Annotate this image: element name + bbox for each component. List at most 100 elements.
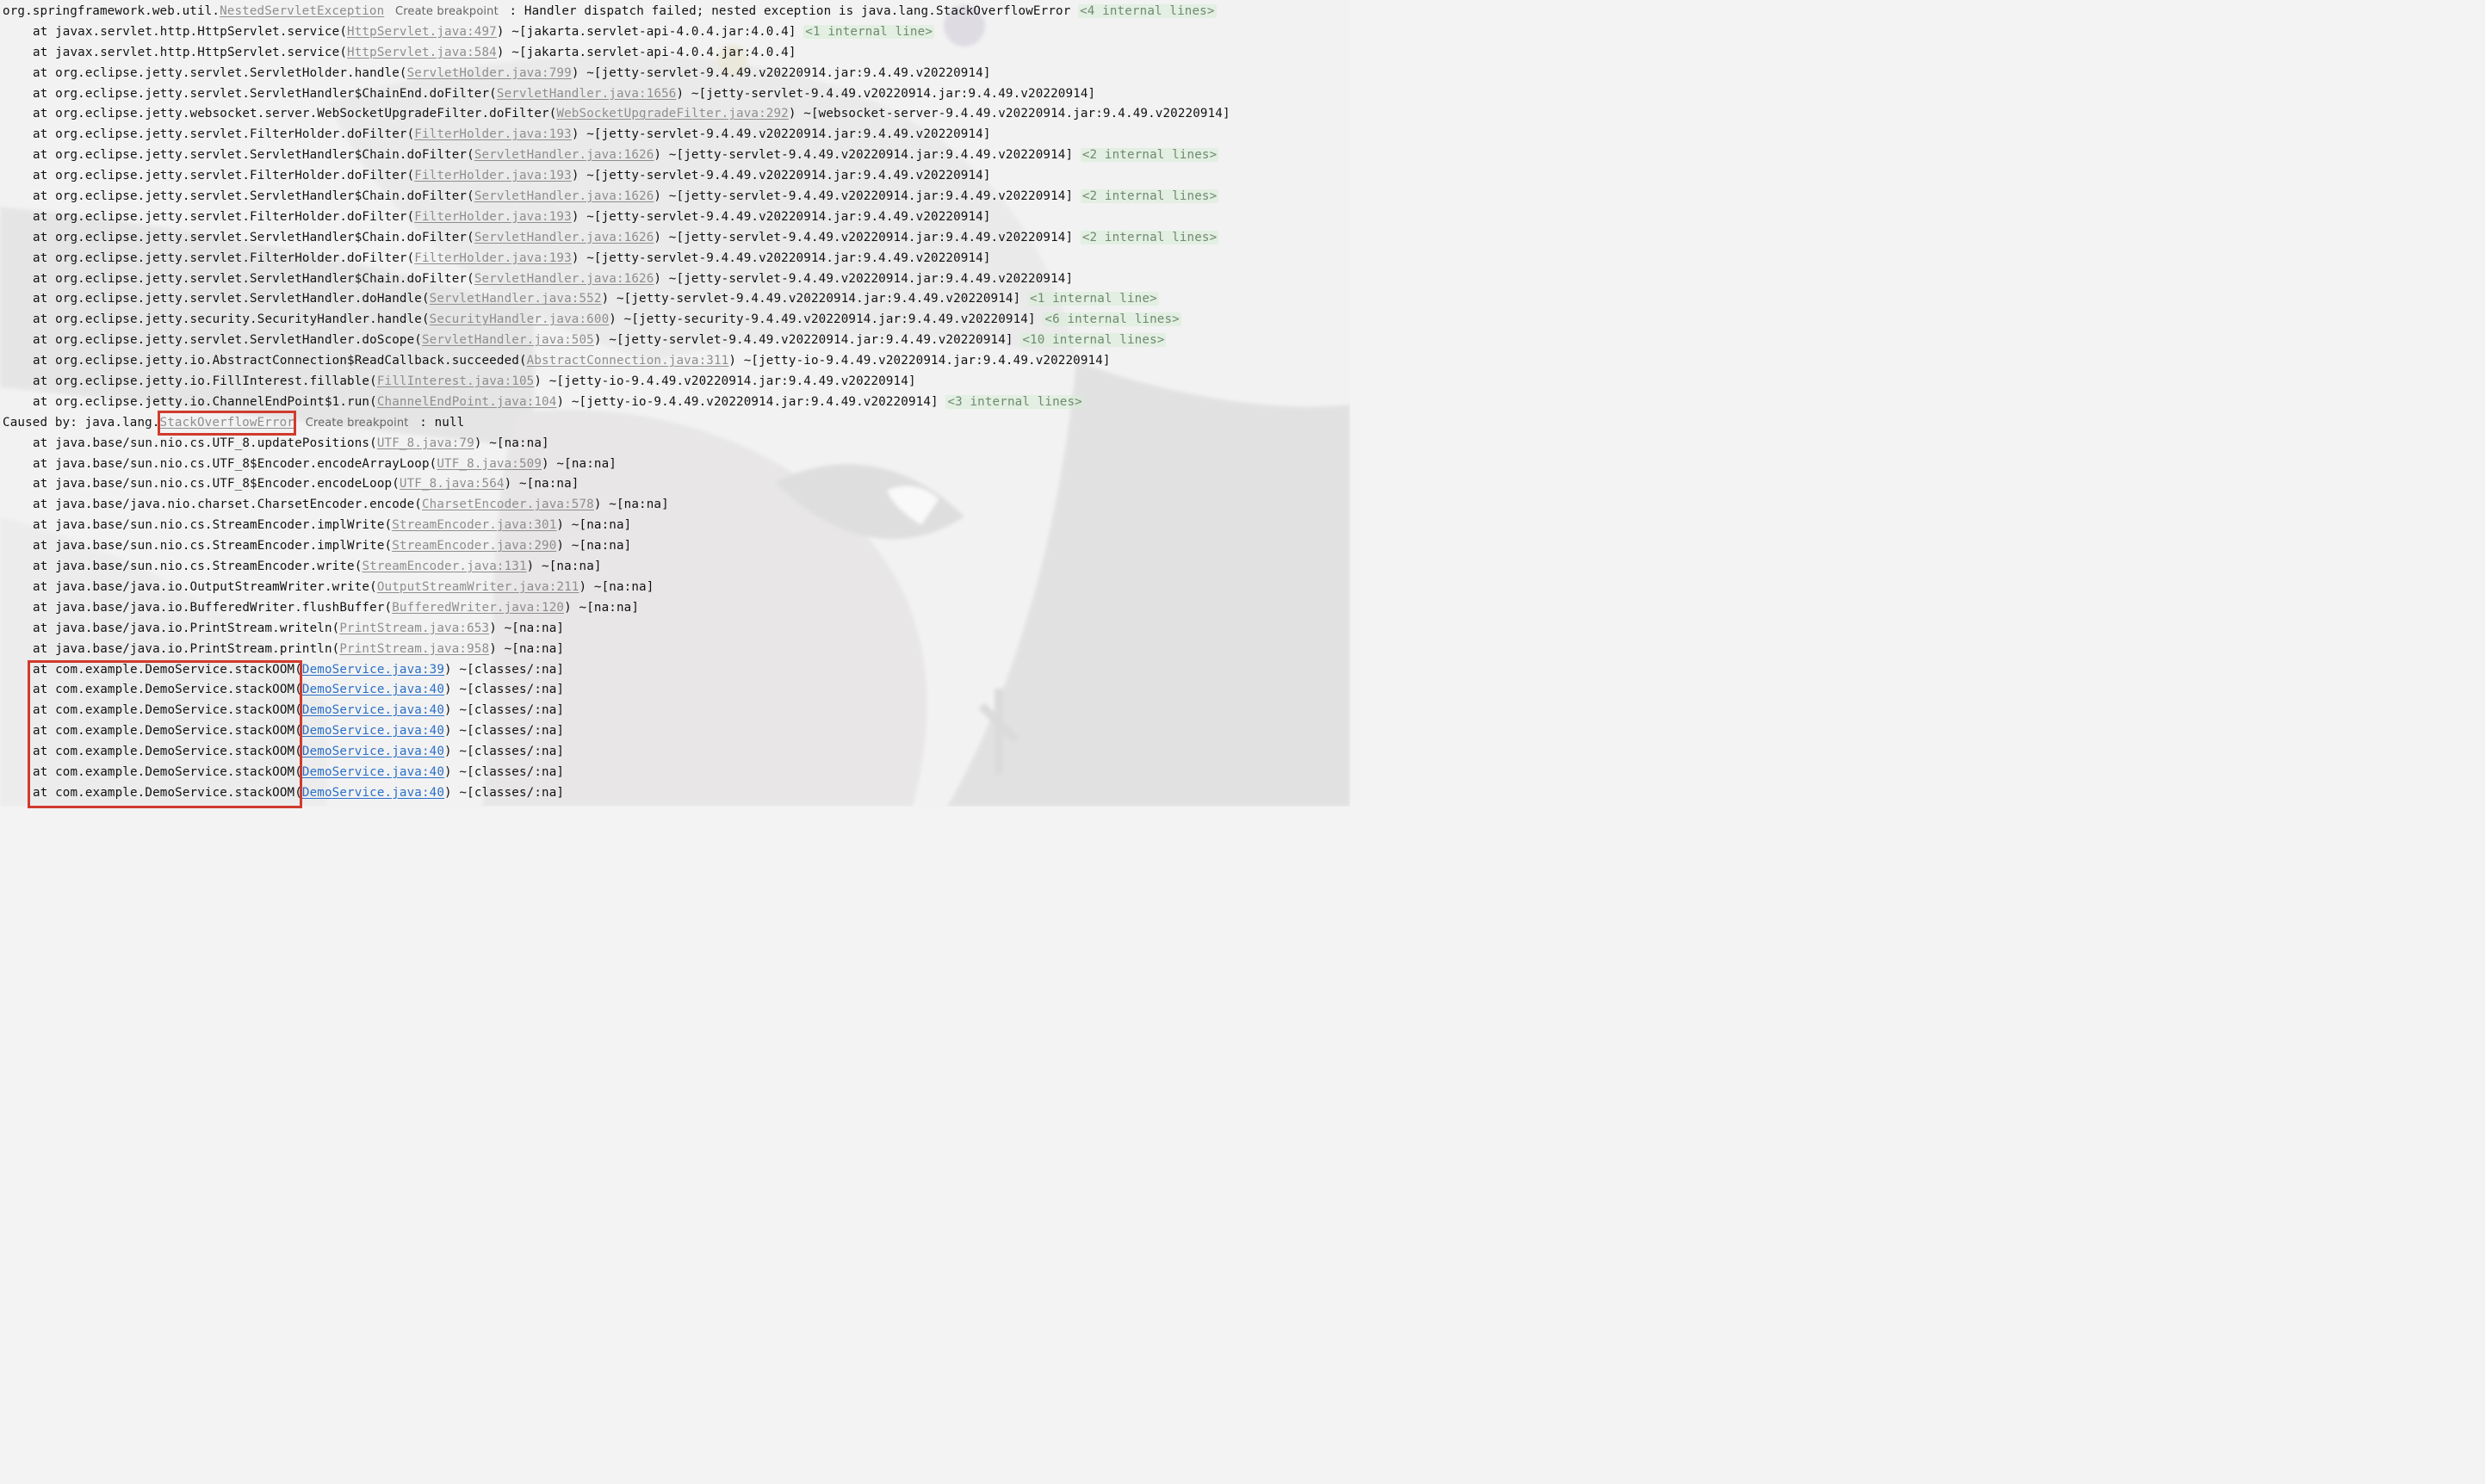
create-breakpoint-link[interactable]: Create breakpoint bbox=[392, 5, 502, 18]
frame-method: at java.base/java.io.PrintStream.println… bbox=[33, 641, 340, 656]
source-file-link[interactable]: BufferedWriter.java:120 bbox=[392, 601, 564, 615]
stack-frame-line: at java.base/java.io.PrintStream.println… bbox=[0, 640, 1350, 660]
frame-jar-info: ) ~[classes/:na] bbox=[444, 683, 565, 697]
source-file-link[interactable]: PrintStream.java:653 bbox=[339, 621, 489, 635]
frame-method: at org.eclipse.jetty.io.FillInterest.fil… bbox=[33, 374, 377, 389]
frame-jar-info: ) ~[jetty-io-9.4.49.v20220914.jar:9.4.49… bbox=[534, 374, 916, 389]
source-file-link[interactable]: DemoService.java:40 bbox=[302, 703, 444, 717]
internal-lines-fold[interactable]: <1 internal line> bbox=[1028, 292, 1159, 306]
source-file-link[interactable]: PrintStream.java:958 bbox=[339, 642, 489, 656]
frame-method: at java.base/sun.nio.cs.UTF_8.updatePosi… bbox=[33, 436, 377, 450]
frame-method: at org.eclipse.jetty.websocket.server.We… bbox=[33, 107, 557, 121]
source-file-link[interactable]: FillInterest.java:105 bbox=[377, 374, 535, 388]
source-file-link[interactable]: DemoService.java:40 bbox=[302, 765, 444, 779]
exception-message: : Handler dispatch failed; nested except… bbox=[501, 4, 1079, 18]
frame-method: at org.eclipse.jetty.servlet.ServletHand… bbox=[33, 292, 430, 306]
stack-frame-line: at org.eclipse.jetty.servlet.ServletHand… bbox=[0, 187, 1350, 207]
cause-message: : null bbox=[412, 415, 465, 430]
source-file-link[interactable]: OutputStreamWriter.java:211 bbox=[377, 580, 579, 594]
highlight-box-exception bbox=[158, 411, 296, 436]
stack-frame-line: at org.eclipse.jetty.servlet.ServletHand… bbox=[0, 145, 1350, 166]
internal-lines-fold[interactable]: <2 internal lines> bbox=[1080, 189, 1219, 204]
stack-frame-line: at org.eclipse.jetty.servlet.FilterHolde… bbox=[0, 249, 1350, 269]
stack-frame-line: at org.eclipse.jetty.servlet.ServletHand… bbox=[0, 331, 1350, 351]
source-file-link[interactable]: HttpServlet.java:584 bbox=[347, 46, 497, 59]
stack-frame-line: at java.base/java.io.OutputStreamWriter.… bbox=[0, 578, 1350, 598]
source-file-link[interactable]: CharsetEncoder.java:578 bbox=[422, 498, 594, 511]
frame-method: at org.eclipse.jetty.servlet.ServletHand… bbox=[33, 230, 474, 244]
internal-lines-fold[interactable]: <2 internal lines> bbox=[1080, 230, 1219, 244]
frame-jar-info: ) ~[jetty-servlet-9.4.49.v20220914.jar:9… bbox=[571, 250, 991, 265]
source-file-link[interactable]: HttpServlet.java:497 bbox=[347, 25, 497, 39]
source-file-link[interactable]: DemoService.java:40 bbox=[302, 786, 444, 800]
source-file-link[interactable]: ServletHandler.java:1626 bbox=[474, 189, 654, 203]
stack-frame-line: at java.base/sun.nio.cs.UTF_8$Encoder.en… bbox=[0, 454, 1350, 475]
source-file-link[interactable]: ServletHandler.java:1626 bbox=[474, 148, 654, 162]
source-file-link[interactable]: ServletHandler.java:505 bbox=[422, 333, 594, 347]
source-file-link[interactable]: AbstractConnection.java:311 bbox=[527, 354, 729, 368]
source-file-link[interactable]: FilterHolder.java:193 bbox=[414, 127, 572, 141]
frame-method: at java.base/java.io.OutputStreamWriter.… bbox=[33, 579, 377, 594]
internal-lines-fold[interactable]: <3 internal lines> bbox=[945, 394, 1084, 409]
frame-method: at java.base/sun.nio.cs.StreamEncoder.im… bbox=[33, 518, 393, 533]
frame-method: at org.eclipse.jetty.servlet.ServletHand… bbox=[33, 148, 474, 163]
frame-jar-info: ) ~[na:na] bbox=[542, 456, 617, 471]
frame-jar-info: ) ~[jetty-servlet-9.4.49.v20220914.jar:9… bbox=[654, 271, 1074, 286]
source-file-link[interactable]: UTF_8.java:79 bbox=[377, 436, 474, 450]
frame-jar-info: ) ~[jetty-servlet-9.4.49.v20220914.jar:9… bbox=[654, 230, 1081, 244]
exception-header-line: org.springframework.web.util.NestedServl… bbox=[0, 2, 1350, 22]
frame-method: at javax.servlet.http.HttpServlet.servic… bbox=[33, 45, 348, 59]
source-file-link[interactable]: DemoService.java:40 bbox=[302, 745, 444, 758]
source-file-link[interactable]: FilterHolder.java:193 bbox=[414, 251, 572, 265]
frame-jar-info: ) ~[na:na] bbox=[489, 621, 565, 635]
stack-frame-line: at org.eclipse.jetty.servlet.ServletHand… bbox=[0, 228, 1350, 249]
frame-jar-info: ) ~[na:na] bbox=[526, 560, 602, 574]
frame-jar-info: ) ~[jetty-servlet-9.4.49.v20220914.jar:9… bbox=[571, 209, 991, 224]
frame-jar-info: ) ~[jetty-security-9.4.49.v20220914.jar:… bbox=[609, 312, 1044, 327]
source-file-link[interactable]: ServletHandler.java:1626 bbox=[474, 231, 654, 244]
internal-lines-fold[interactable]: <1 internal line> bbox=[803, 24, 935, 39]
source-file-link[interactable]: FilterHolder.java:193 bbox=[414, 169, 572, 182]
frame-jar-info: ) ~[na:na] bbox=[593, 498, 669, 512]
internal-lines-fold[interactable]: <6 internal lines> bbox=[1043, 312, 1181, 327]
source-file-link[interactable]: StreamEncoder.java:290 bbox=[392, 539, 556, 553]
frame-jar-info: ) ~[classes/:na] bbox=[444, 724, 565, 739]
source-file-link[interactable]: ServletHandler.java:552 bbox=[430, 292, 602, 306]
source-file-link[interactable]: UTF_8.java:509 bbox=[437, 457, 542, 471]
source-file-link[interactable]: FilterHolder.java:193 bbox=[414, 210, 572, 224]
stack-frame-line: at java.base/sun.nio.cs.StreamEncoder.im… bbox=[0, 516, 1350, 536]
frame-method: at org.eclipse.jetty.security.SecurityHa… bbox=[33, 312, 430, 327]
stack-frame-line: at org.eclipse.jetty.websocket.server.We… bbox=[0, 104, 1350, 125]
source-file-link[interactable]: ServletHolder.java:799 bbox=[407, 66, 572, 80]
frame-method: at org.eclipse.jetty.servlet.ServletHand… bbox=[33, 189, 474, 204]
source-file-link[interactable]: WebSocketUpgradeFilter.java:292 bbox=[556, 107, 788, 121]
frame-jar-info: ) ~[jetty-servlet-9.4.49.v20220914.jar:9… bbox=[654, 148, 1081, 163]
frame-jar-info: ) ~[jakarta.servlet-api-4.0.4.jar:4.0.4] bbox=[496, 24, 804, 39]
exception-class-link[interactable]: NestedServletException bbox=[220, 4, 384, 18]
source-file-link[interactable]: DemoService.java:39 bbox=[302, 663, 444, 677]
source-file-link[interactable]: DemoService.java:40 bbox=[302, 683, 444, 696]
stack-frame-line: at javax.servlet.http.HttpServlet.servic… bbox=[0, 22, 1350, 43]
source-file-link[interactable]: StreamEncoder.java:301 bbox=[392, 518, 556, 532]
source-file-link[interactable]: UTF_8.java:564 bbox=[400, 477, 505, 491]
internal-lines-fold[interactable]: <10 internal lines> bbox=[1020, 333, 1167, 348]
create-breakpoint-link[interactable]: Create breakpoint bbox=[302, 417, 412, 430]
frame-jar-info: ) ~[na:na] bbox=[564, 600, 640, 615]
frame-jar-info: ) ~[jetty-servlet-9.4.49.v20220914.jar:9… bbox=[571, 127, 991, 142]
frame-method: at org.eclipse.jetty.servlet.FilterHolde… bbox=[33, 250, 415, 265]
internal-lines-fold[interactable]: <4 internal lines> bbox=[1078, 4, 1217, 18]
internal-lines-fold[interactable]: <2 internal lines> bbox=[1080, 148, 1219, 163]
caused-by-prefix: Caused by: java.lang. bbox=[3, 415, 160, 430]
source-file-link[interactable]: ServletHandler.java:1626 bbox=[474, 272, 654, 286]
source-file-link[interactable]: DemoService.java:40 bbox=[302, 724, 444, 738]
stack-frame-line: at org.eclipse.jetty.servlet.FilterHolde… bbox=[0, 166, 1350, 187]
stack-frame-line: at org.eclipse.jetty.servlet.ServletHand… bbox=[0, 289, 1350, 310]
source-file-link[interactable]: SecurityHandler.java:600 bbox=[430, 312, 610, 326]
source-file-link[interactable]: ChannelEndPoint.java:104 bbox=[377, 395, 557, 409]
frame-jar-info: ) ~[na:na] bbox=[556, 518, 632, 533]
source-file-link[interactable]: StreamEncoder.java:131 bbox=[362, 560, 526, 573]
frame-method: at org.eclipse.jetty.servlet.ServletHand… bbox=[33, 86, 497, 101]
frame-jar-info: ) ~[classes/:na] bbox=[444, 745, 565, 759]
source-file-link[interactable]: ServletHandler.java:1656 bbox=[497, 87, 677, 101]
stack-frame-line: at org.eclipse.jetty.io.AbstractConnecti… bbox=[0, 351, 1350, 372]
